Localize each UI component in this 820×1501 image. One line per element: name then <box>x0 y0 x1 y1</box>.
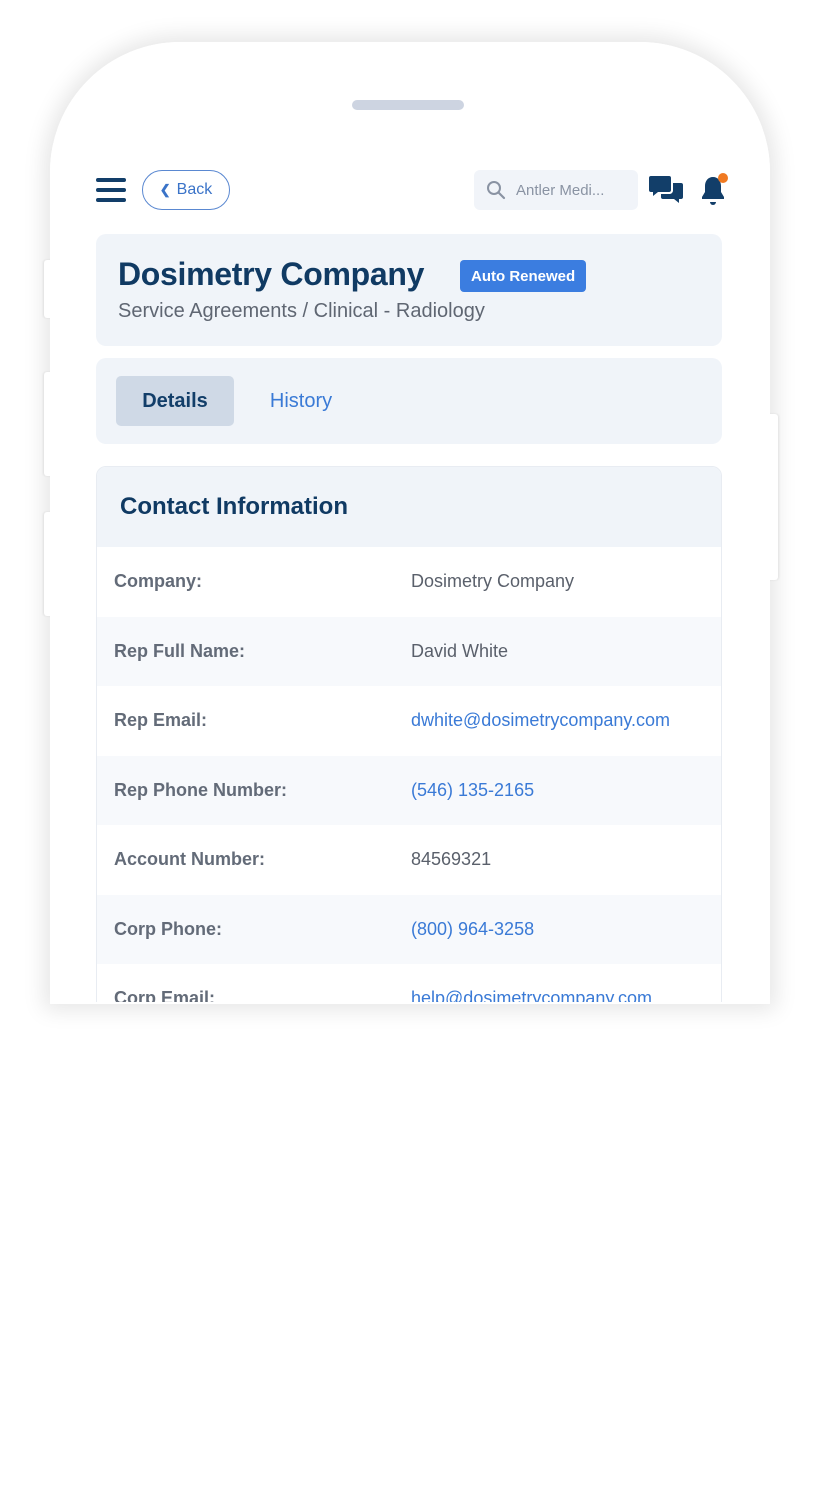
tab-details[interactable]: Details <box>116 376 234 426</box>
table-row-corp-email: Corp Email: help@dosimetrycompany.com <box>97 964 721 1002</box>
row-label: Rep Full Name: <box>114 640 246 661</box>
search-input[interactable]: Antler Medi... <box>474 170 638 210</box>
page-header: Dosimetry Company Auto Renewed Service A… <box>96 234 722 346</box>
contact-card-header: Contact Information <box>97 467 721 547</box>
row-label: Corp Email: <box>114 988 216 1002</box>
row-label: Company: <box>114 571 203 592</box>
row-value: 84569321 <box>411 849 492 870</box>
breadcrumb[interactable]: Service Agreements / Clinical - Radiolog… <box>118 300 485 323</box>
rep-email-link[interactable]: dwhite@dosimetrycompany.com <box>411 710 670 731</box>
status-badge: Auto Renewed <box>460 260 587 292</box>
contact-information-card: Contact Information Company: Dosimetry C… <box>96 466 722 1002</box>
search-icon <box>487 181 506 200</box>
tab-bar: Details History <box>96 358 722 444</box>
page-title: Dosimetry Company <box>118 256 425 292</box>
rep-phone-link[interactable]: (546) 135-2165 <box>411 780 534 801</box>
row-value: Dosimetry Company <box>411 571 575 592</box>
hamburger-menu-icon[interactable] <box>96 178 126 202</box>
table-row-account-number: Account Number: 84569321 <box>97 825 721 895</box>
row-value: David White <box>411 640 509 661</box>
phone-speaker-notch <box>352 100 464 110</box>
tab-history[interactable]: History <box>246 376 356 426</box>
notification-dot <box>718 173 728 183</box>
table-row-company: Company: Dosimetry Company <box>97 547 721 617</box>
corp-phone-link[interactable]: (800) 964-3258 <box>411 919 534 940</box>
table-row-corp-phone: Corp Phone: (800) 964-3258 <box>97 894 721 964</box>
chevron-left-icon: ❮ <box>159 182 171 197</box>
table-row-rep-phone: Rep Phone Number: (546) 135-2165 <box>97 755 721 825</box>
back-button-label: Back <box>176 181 213 198</box>
bell-icon[interactable] <box>696 172 730 206</box>
chat-bubbles-icon[interactable] <box>648 174 684 206</box>
row-label: Account Number: <box>114 849 266 870</box>
table-row-rep-name: Rep Full Name: David White <box>97 616 721 686</box>
table-row-rep-email: Rep Email: dwhite@dosimetrycompany.com <box>97 686 721 756</box>
back-button[interactable]: ❮ Back <box>142 170 230 210</box>
row-label: Rep Phone Number: <box>114 779 288 800</box>
corp-email-link[interactable]: help@dosimetrycompany.com <box>411 988 652 1002</box>
phone-screen: ❮ Back Antler Medi... Dosimetry Company … <box>50 42 770 1002</box>
top-bar: ❮ Back Antler Medi... <box>96 170 728 210</box>
search-placeholder: Antler Medi... <box>516 181 605 199</box>
row-label: Corp Phone: <box>114 918 222 939</box>
row-label: Rep Email: <box>114 710 208 731</box>
contact-card-title: Contact Information <box>120 493 348 520</box>
